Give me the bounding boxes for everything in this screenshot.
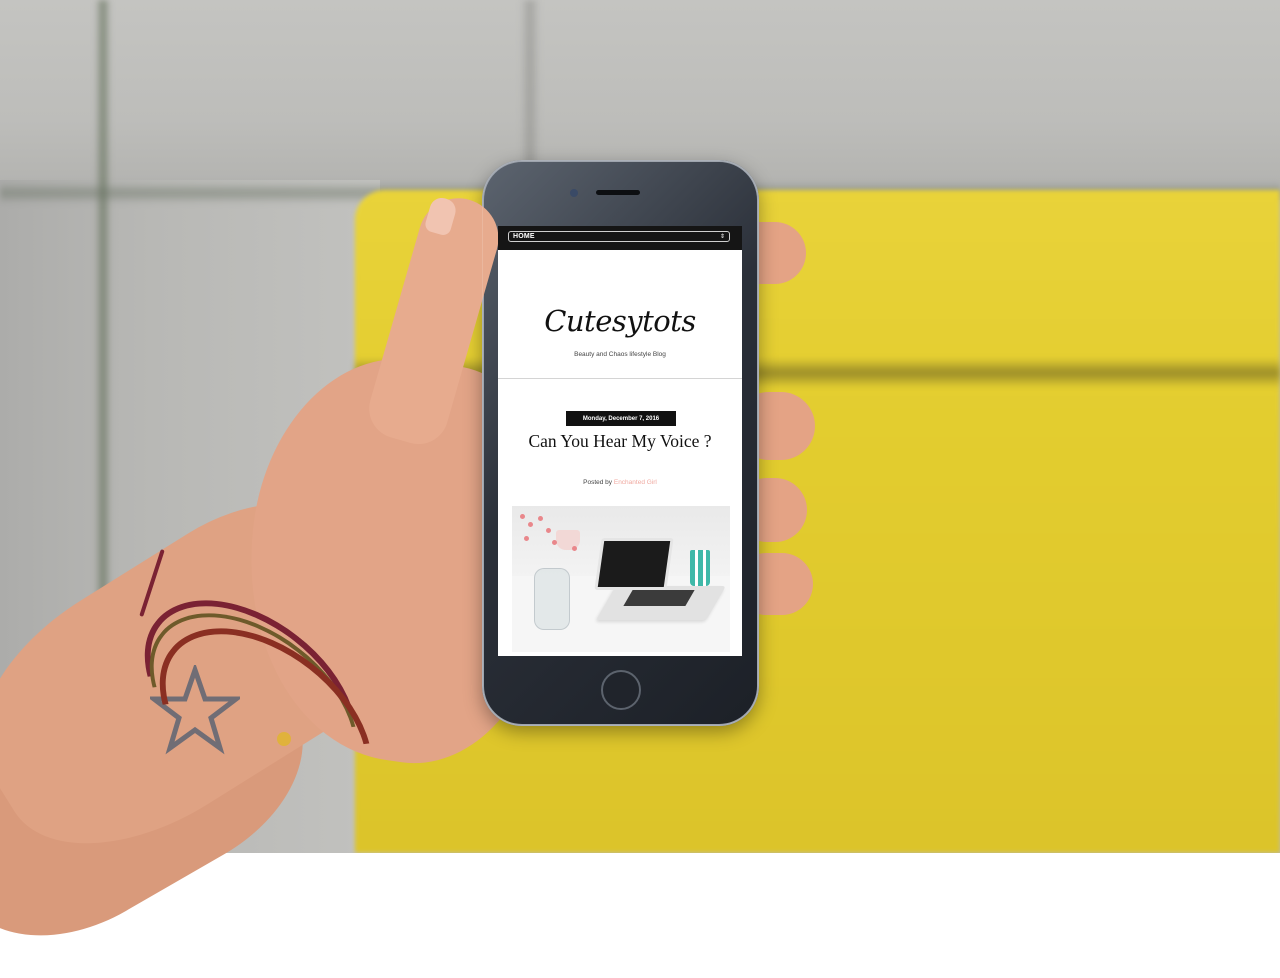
up-down-chevron-icon: ⇕ — [719, 233, 725, 240]
image-flower — [528, 522, 533, 527]
post-date-badge: Monday, December 7, 2016 — [566, 411, 676, 426]
post-byline: Posted by Enchanted Girl — [498, 479, 742, 486]
blog-tagline: Beauty and Chaos lifestyle Blog — [574, 351, 666, 358]
home-button[interactable] — [601, 670, 641, 710]
phone-screen: HOME ⇕ Cutesytots Beauty and Chaos lifes… — [498, 226, 742, 656]
bracelet-bead — [277, 732, 291, 746]
image-flower — [572, 546, 577, 551]
image-flower — [538, 516, 543, 521]
image-flower — [524, 536, 529, 541]
image-flower — [520, 514, 525, 519]
byline-prefix: Posted by — [583, 479, 613, 486]
image-flower — [546, 528, 551, 533]
image-laptop-screen — [594, 538, 674, 590]
image-cup — [690, 550, 710, 586]
nav-menu-select[interactable]: HOME ⇕ — [508, 231, 730, 242]
nav-menu-label: HOME — [513, 233, 535, 240]
post-title[interactable]: Can You Hear My Voice ? — [498, 430, 742, 453]
author-link[interactable]: Enchanted Girl — [614, 479, 657, 486]
image-flower — [552, 540, 557, 545]
blog-header: Cutesytots Beauty and Chaos lifestyle Bl… — [498, 250, 742, 379]
earpiece — [596, 190, 640, 195]
blog-logo[interactable]: Cutesytots — [498, 304, 742, 338]
image-glass-vase — [534, 568, 570, 630]
post-featured-image[interactable] — [512, 506, 730, 652]
image-laptop-keyboard — [623, 590, 695, 606]
front-camera-icon — [570, 189, 578, 197]
top-nav-bar: HOME ⇕ — [498, 226, 742, 250]
